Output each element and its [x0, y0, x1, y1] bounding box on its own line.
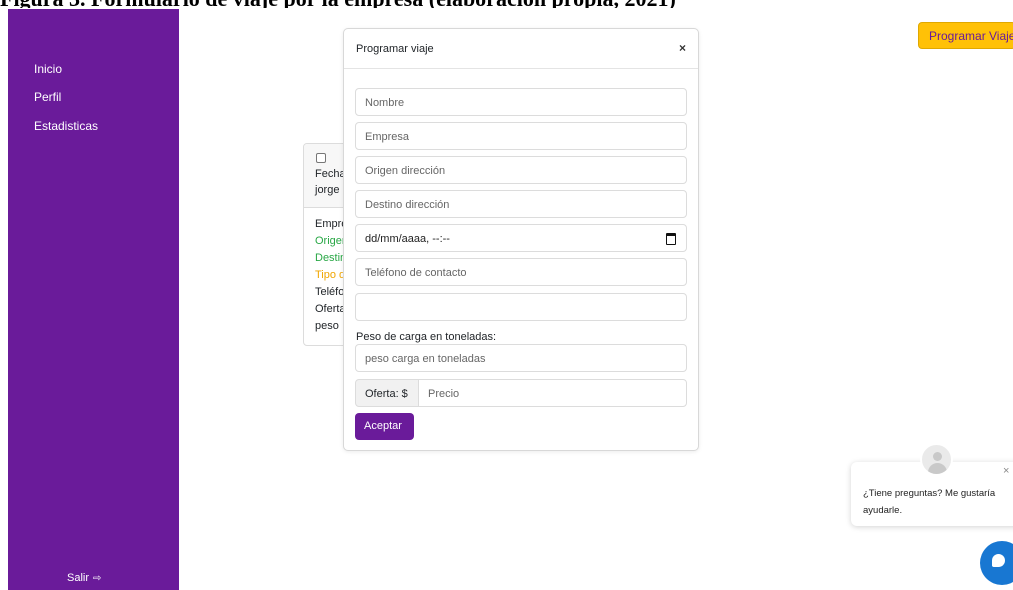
oferta-prefix: Oferta: $ [355, 379, 419, 407]
modal-title: Programar viaje [356, 43, 434, 55]
peso-label: Peso de carga en toneladas: [356, 331, 497, 343]
chat-close-icon[interactable]: × [1003, 465, 1009, 477]
origen-placeholder: Origen dirección [365, 165, 446, 177]
extra-input[interactable] [355, 293, 687, 321]
program-trip-modal: Programar viaje × Nombre Empresa Origen … [343, 28, 699, 451]
peso-input[interactable]: peso carga en toneladas [355, 344, 687, 372]
destino-placeholder: Destino dirección [365, 199, 450, 211]
datetime-input[interactable]: dd/mm/aaaa, --:-- [355, 224, 687, 252]
sidebar-item-perfil[interactable]: Perfil [34, 90, 61, 104]
empresa-input[interactable]: Empresa [355, 122, 687, 150]
precio-placeholder: Precio [428, 388, 460, 400]
page-caption: Figura 3. Formulario de viaje por la emp… [0, 0, 900, 8]
precio-input[interactable]: Precio [418, 379, 687, 407]
trip-line-oferta: Oferta [315, 303, 346, 315]
agent-avatar-icon [920, 443, 953, 476]
trip-select-checkbox[interactable] [316, 153, 326, 163]
telefono-input[interactable]: Teléfono de contacto [355, 258, 687, 286]
sign-out-icon: ⇨ [93, 572, 102, 584]
chat-icon [992, 554, 1005, 567]
trip-line-peso: peso [315, 320, 339, 332]
logout-button[interactable]: Salir ⇨ [67, 572, 101, 584]
logout-label: Salir [67, 572, 90, 584]
accept-button[interactable]: Aceptar [355, 413, 414, 440]
chat-message: ¿Tiene preguntas? Me gustaría ayudarle. [863, 488, 996, 516]
program-trip-button[interactable]: Programar Viaje [918, 22, 1013, 49]
nombre-input[interactable]: Nombre [355, 88, 687, 116]
calendar-icon[interactable] [666, 233, 676, 245]
sidebar-item-inicio[interactable]: Inicio [34, 62, 62, 76]
trip-date-label: Fecha [315, 168, 346, 180]
chat-launcher-button[interactable] [980, 541, 1013, 585]
origen-input[interactable]: Origen dirección [355, 156, 687, 184]
nombre-placeholder: Nombre [365, 97, 405, 109]
peso-placeholder: peso carga en toneladas [365, 353, 486, 365]
modal-header: Programar viaje × [344, 29, 698, 69]
destino-input[interactable]: Destino dirección [355, 190, 687, 218]
sidebar: Inicio Perfil Estadisticas Salir ⇨ [8, 9, 179, 590]
empresa-placeholder: Empresa [365, 131, 410, 143]
datetime-value: dd/mm/aaaa, --:-- [365, 233, 450, 245]
close-icon[interactable]: × [679, 41, 686, 55]
trip-user-label: jorge [315, 184, 340, 196]
sidebar-item-estadisticas[interactable]: Estadisticas [34, 119, 98, 133]
telefono-placeholder: Teléfono de contacto [365, 267, 467, 279]
